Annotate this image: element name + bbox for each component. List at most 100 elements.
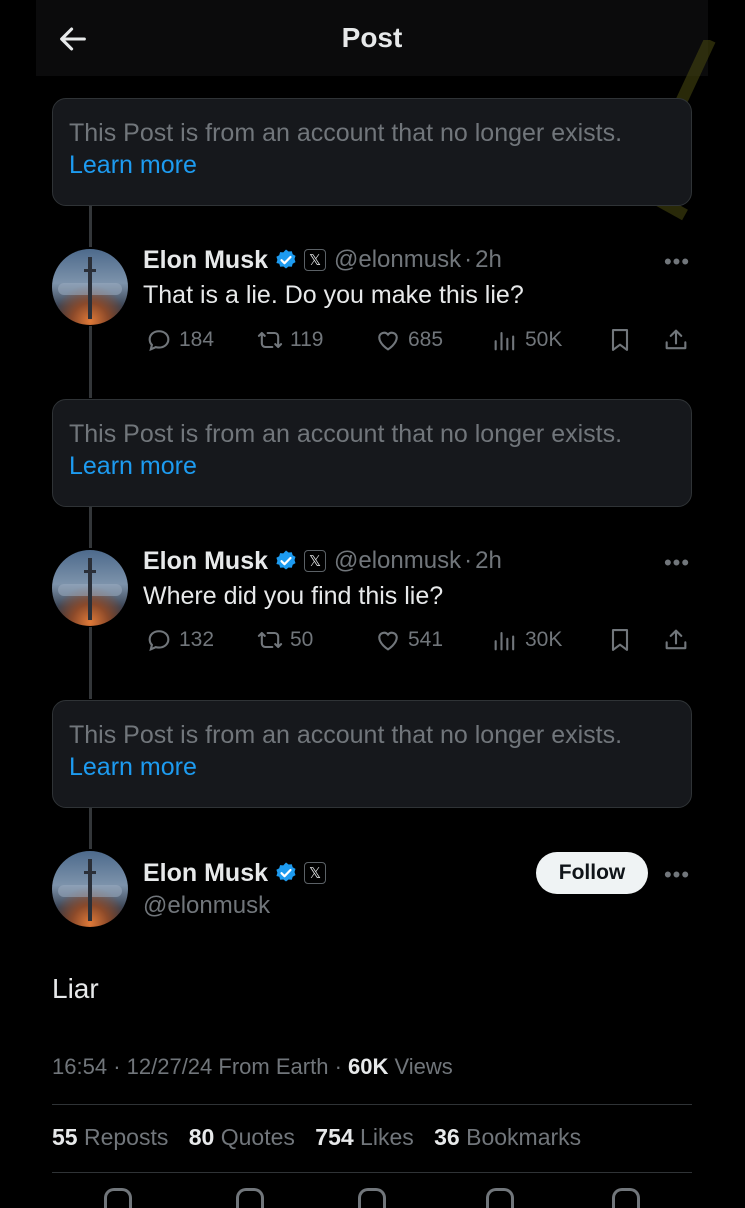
deleted-post-message: This Post is from an account that no lon… [69, 420, 623, 448]
repost-icon [257, 331, 283, 349]
thread-line [89, 326, 92, 398]
reposts-label: Reposts [83, 1124, 169, 1150]
thread-line [89, 205, 92, 247]
bookmark-icon [611, 629, 629, 651]
engagement-stats: 55 Reposts 80 Quotes 754 Likes 36 Bookma… [52, 1124, 595, 1151]
quotes-stat[interactable]: 80 Quotes [189, 1124, 295, 1150]
x-affiliate-icon: 𝕏 [304, 550, 327, 572]
author-handle[interactable]: @elonmusk [143, 892, 270, 920]
quotes-label: Quotes [220, 1124, 295, 1150]
like-count: 685 [408, 328, 444, 351]
x-affiliate-icon: 𝕏 [304, 862, 327, 884]
avatar[interactable] [52, 851, 128, 927]
reply-count: 132 [179, 628, 215, 651]
views-count: 60K [348, 1054, 389, 1079]
like-count: 541 [408, 628, 444, 651]
bookmarks-label: Bookmarks [466, 1124, 582, 1150]
reply-icon [148, 630, 170, 652]
share-button[interactable] [662, 323, 690, 357]
divider [52, 1104, 692, 1105]
reply-author-row: Elon Musk 𝕏 @elonmusk · 2h [143, 544, 502, 578]
share-button[interactable] [662, 623, 690, 657]
repost-button[interactable]: 50 [256, 623, 313, 657]
repost-count: 119 [290, 328, 324, 351]
views-count: 50K [525, 328, 563, 351]
views-count: 30K [525, 628, 563, 651]
bookmark-button[interactable] [606, 323, 634, 357]
x-affiliate-icon: 𝕏 [304, 249, 327, 271]
deleted-post-notice: This Post is from an account that no lon… [52, 700, 692, 808]
deleted-post-message: This Post is from an account that no lon… [69, 721, 623, 749]
likes-stat[interactable]: 754 Likes [315, 1124, 413, 1150]
author-handle[interactable]: @elonmusk [334, 547, 461, 575]
post-source: From Earth [218, 1054, 329, 1079]
reply-button[interactable]: 132 [145, 623, 214, 657]
top-bar: Post [36, 0, 708, 76]
follow-button[interactable]: Follow [536, 852, 648, 894]
bookmark-icon[interactable] [486, 1188, 514, 1208]
reply-text: Where did you find this lie? [143, 582, 444, 610]
learn-more-link[interactable]: Learn more [69, 450, 675, 482]
share-icon[interactable] [612, 1188, 640, 1208]
repost-icon [257, 631, 283, 649]
author-handle[interactable]: @elonmusk [334, 246, 461, 274]
likes-count: 754 [315, 1124, 354, 1150]
separator-dot: · [334, 1054, 342, 1079]
learn-more-link[interactable]: Learn more [69, 149, 675, 181]
views-bar-chart-icon [494, 331, 515, 351]
views-bar-chart-icon [494, 631, 515, 651]
reply-icon[interactable] [104, 1188, 132, 1208]
repost-button[interactable]: 119 [256, 323, 323, 357]
quotes-count: 80 [188, 1124, 215, 1150]
reposts-stat[interactable]: 55 Reposts [52, 1124, 168, 1150]
post-text: Liar [52, 973, 99, 1004]
learn-more-link[interactable]: Learn more [69, 751, 675, 783]
divider [52, 1172, 692, 1173]
post-date[interactable]: 12/27/24 [127, 1054, 213, 1079]
separator-dot: · [464, 547, 473, 574]
reply-count: 184 [179, 328, 215, 351]
heart-icon [378, 331, 398, 351]
share-icon [665, 629, 687, 650]
reply-button[interactable]: 184 [145, 323, 214, 357]
heart-icon [378, 631, 398, 651]
repost-count: 50 [290, 628, 314, 651]
deleted-post-notice: This Post is from an account that no lon… [52, 399, 692, 507]
deleted-post-message: This Post is from an account that no lon… [69, 119, 623, 147]
heart-icon[interactable] [358, 1188, 386, 1208]
reply-author-row: Elon Musk 𝕏 @elonmusk · 2h [143, 243, 502, 277]
post-meta: 16:54 · 12/27/24 From Earth · 60K Views [52, 1054, 453, 1080]
post-time[interactable]: 2h [475, 246, 502, 274]
bookmarks-count: 36 [434, 1124, 460, 1150]
bookmark-button[interactable] [606, 623, 634, 657]
views-button[interactable]: 30K [491, 623, 562, 657]
more-options-icon[interactable]: ••• [662, 251, 692, 273]
share-icon [665, 329, 687, 350]
bookmarks-stat[interactable]: 36 Bookmarks [434, 1124, 581, 1150]
post-time[interactable]: 16:54 [52, 1054, 107, 1079]
deleted-post-notice: This Post is from an account that no lon… [52, 98, 692, 206]
reply-text: That is a lie. Do you make this lie? [143, 281, 524, 309]
more-options-icon[interactable]: ••• [662, 552, 692, 574]
verified-badge-icon [276, 862, 296, 882]
author-name[interactable]: Elon Musk [143, 859, 268, 888]
reposts-count: 55 [52, 1124, 78, 1150]
main-author-row: Elon Musk 𝕏 [143, 856, 327, 890]
page-title: Post [341, 22, 403, 53]
author-name[interactable]: Elon Musk [143, 246, 268, 275]
avatar[interactable] [52, 249, 128, 325]
more-options-icon[interactable]: ••• [662, 864, 692, 886]
like-button[interactable]: 541 [374, 623, 443, 657]
likes-label: Likes [360, 1124, 414, 1150]
verified-badge-icon [276, 249, 296, 269]
views-button[interactable]: 50K [491, 323, 562, 357]
avatar[interactable] [52, 550, 128, 626]
post-time[interactable]: 2h [475, 547, 502, 575]
thread-line [89, 506, 92, 548]
like-button[interactable]: 685 [374, 323, 443, 357]
author-name[interactable]: Elon Musk [143, 547, 268, 576]
repost-icon[interactable] [236, 1188, 264, 1208]
separator-dot: · [464, 246, 473, 273]
bookmark-icon [611, 329, 629, 351]
thread-line [89, 807, 92, 849]
